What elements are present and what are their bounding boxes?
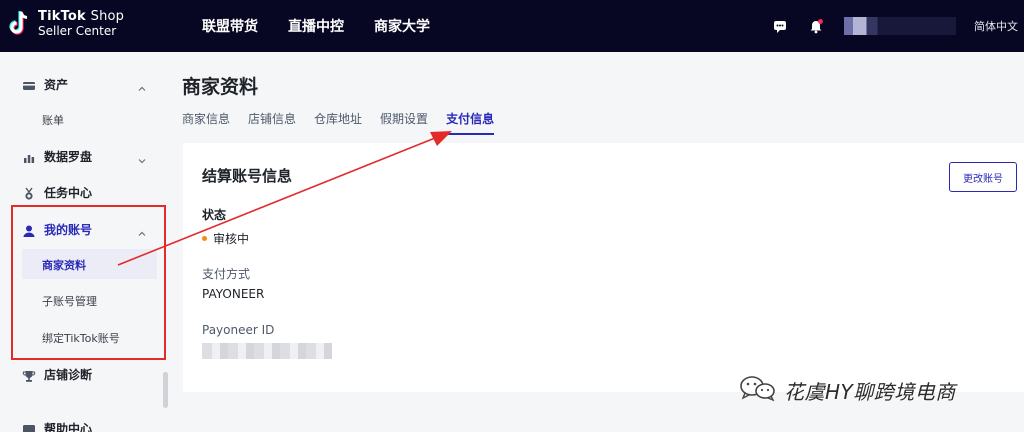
brand-line1: TikTok — [38, 9, 86, 24]
top-bar: TikTok Shop Seller Center 联盟带货 直播中控 商家大学… — [0, 0, 1024, 52]
payoneer-id-value-redacted — [202, 343, 332, 359]
profile-tabs: 商家信息 店铺信息 仓库地址 假期设置 支付信息 — [182, 110, 512, 135]
sidebar-group-data-compass[interactable]: 数据罗盘 — [22, 148, 150, 165]
medal-icon — [22, 186, 36, 200]
bar-chart-icon — [22, 150, 36, 164]
status-text: 审核中 — [213, 232, 250, 246]
card-icon — [22, 78, 36, 92]
sidebar-group-assets[interactable]: 资产 — [22, 76, 150, 93]
chat-icon[interactable] — [772, 18, 788, 34]
sidebar-group-shop-diagnosis[interactable]: 店铺诊断 — [22, 366, 150, 383]
status-label: 状态 — [202, 208, 227, 222]
tiktok-logo-icon — [8, 10, 32, 38]
settlement-account-card: 结算账号信息 更改账号 状态 审核中 支付方式 PAYONEER Payonee… — [183, 143, 1024, 392]
brand-line1-suffix: Shop — [90, 9, 125, 24]
nav-item-affiliate[interactable]: 联盟带货 — [202, 16, 258, 36]
sidebar-group-help-center[interactable]: 帮助中心 — [22, 420, 150, 432]
card-title: 结算账号信息 — [202, 167, 293, 185]
status-value: 审核中 — [202, 230, 249, 247]
payment-method-value: PAYONEER — [202, 287, 265, 301]
wechat-icon — [738, 374, 778, 406]
payoneer-id-label: Payoneer ID — [202, 323, 275, 337]
change-account-button[interactable]: 更改账号 — [949, 162, 1017, 192]
tab-warehouse-address[interactable]: 仓库地址 — [314, 110, 362, 133]
top-nav: 联盟带货 直播中控 商家大学 — [202, 0, 430, 52]
account-avatar[interactable] — [844, 17, 956, 35]
sidebar-group-label: 任务中心 — [44, 186, 93, 200]
payment-method-label: 支付方式 — [202, 267, 251, 281]
sidebar-item-bill[interactable]: 账单 — [42, 112, 64, 128]
tab-merchant-info[interactable]: 商家信息 — [182, 110, 230, 133]
nav-item-live-control[interactable]: 直播中控 — [288, 16, 344, 36]
chevron-up-icon — [138, 78, 146, 91]
help-icon — [22, 422, 36, 432]
language-switch[interactable]: 简体中文 — [974, 18, 1018, 34]
tiktok-shop-logo[interactable]: TikTok Shop Seller Center — [8, 10, 124, 38]
tab-shop-info[interactable]: 店铺信息 — [248, 110, 296, 133]
highlight-box — [11, 205, 166, 360]
top-right-tools: 简体中文 — [772, 0, 1024, 52]
watermark-text: 花虞HY聊跨境电商 — [784, 379, 956, 404]
sidebar-group-label: 店铺诊断 — [44, 368, 93, 382]
nav-item-seller-university[interactable]: 商家大学 — [374, 16, 430, 36]
sidebar-group-label: 帮助中心 — [44, 422, 93, 432]
page-title: 商家资料 — [182, 76, 259, 98]
status-dot-icon — [202, 236, 207, 241]
tab-payment-info[interactable]: 支付信息 — [446, 110, 495, 135]
tab-holiday-settings[interactable]: 假期设置 — [380, 110, 428, 133]
bell-icon[interactable] — [808, 18, 824, 34]
sidebar-group-task-center[interactable]: 任务中心 — [22, 184, 150, 201]
sidebar-group-label: 数据罗盘 — [44, 150, 93, 164]
watermark: 花虞HY聊跨境电商 — [738, 374, 956, 406]
chevron-down-icon — [138, 150, 146, 164]
sidebar-scrollbar[interactable] — [163, 372, 168, 408]
brand-line2: Seller Center — [38, 24, 117, 38]
trophy-icon — [22, 368, 36, 382]
sidebar-group-label: 资产 — [44, 78, 69, 92]
